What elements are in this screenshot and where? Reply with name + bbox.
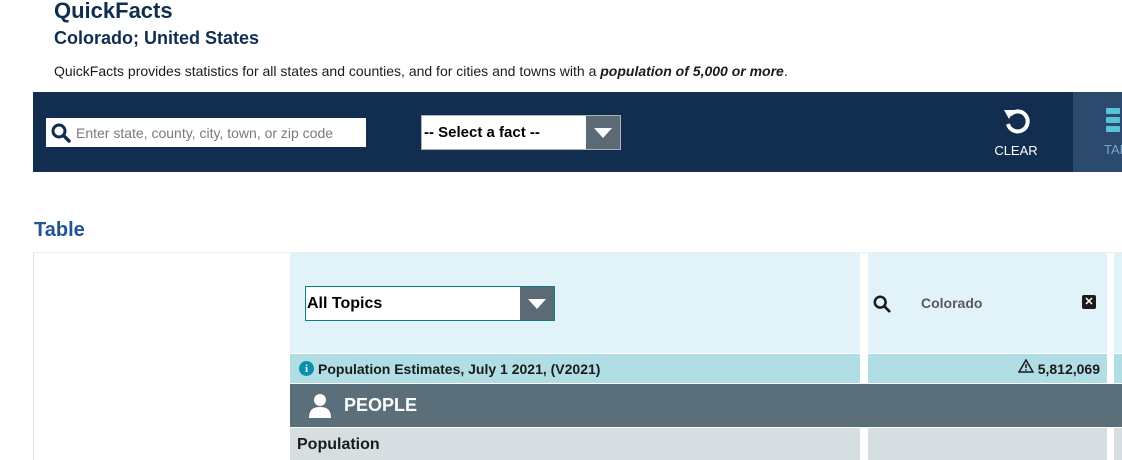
row-value: 5,812,069: [1037, 360, 1100, 377]
subcategory-label: Population: [297, 435, 380, 453]
fact-select-label: -- Select a fact --: [424, 124, 540, 141]
info-icon[interactable]: i: [299, 361, 314, 376]
subcategory-value-cell: [868, 428, 1107, 460]
table-row-label: i Population Estimates, July 1 2021, (V2…: [290, 354, 860, 383]
clear-label: CLEAR: [994, 143, 1038, 158]
category-bar[interactable]: PEOPLE: [290, 384, 1122, 427]
search-icon[interactable]: [873, 295, 891, 318]
search-input[interactable]: [76, 119, 361, 146]
section-title: Table: [34, 219, 85, 241]
search-icon: [46, 118, 76, 147]
table-view-button[interactable]: TABLE: [1073, 92, 1122, 172]
warning-icon[interactable]: [1017, 358, 1035, 378]
column-header-label: Colorado: [921, 295, 983, 311]
fact-select[interactable]: -- Select a fact --: [421, 115, 621, 150]
column-header-colorado: Colorado ✕: [868, 253, 1107, 353]
column-header-overflow: [1114, 253, 1122, 353]
intro-text: QuickFacts provides statistics for all s…: [54, 63, 788, 79]
intro-text-end: .: [783, 63, 788, 79]
chevron-down-icon: [586, 116, 620, 149]
subcategory-overflow: [1114, 428, 1122, 460]
search-box[interactable]: [46, 118, 366, 147]
intro-text-emphasis: population of 5,000 or more: [600, 63, 784, 79]
table-row-value: 5,812,069: [868, 354, 1107, 383]
search-toolbar: -- Select a fact -- CLEAR TABLE: [33, 92, 1122, 172]
close-icon[interactable]: ✕: [1082, 295, 1096, 309]
reset-icon: [1001, 106, 1031, 141]
row-overflow: [1114, 354, 1122, 383]
facts-table: All Topics Colorado ✕ i Population Estim…: [33, 252, 1122, 460]
page-subtitle: Colorado; United States: [54, 28, 260, 48]
row-label: Population Estimates, July 1 2021, (V202…: [318, 360, 601, 377]
person-icon: [306, 392, 334, 420]
page-title: QuickFacts: [54, 0, 173, 23]
category-label: PEOPLE: [344, 395, 418, 415]
topics-select[interactable]: All Topics: [305, 286, 555, 321]
subcategory-row: Population: [290, 428, 860, 460]
clear-button[interactable]: CLEAR: [981, 106, 1051, 158]
chevron-down-icon: [520, 287, 554, 320]
topics-panel: All Topics: [290, 253, 860, 353]
topics-select-label: All Topics: [307, 294, 383, 312]
intro-text-main: QuickFacts provides statistics for all s…: [54, 63, 601, 79]
table-view-label: TABLE: [1104, 142, 1122, 157]
table-grid-icon: [1106, 108, 1122, 136]
